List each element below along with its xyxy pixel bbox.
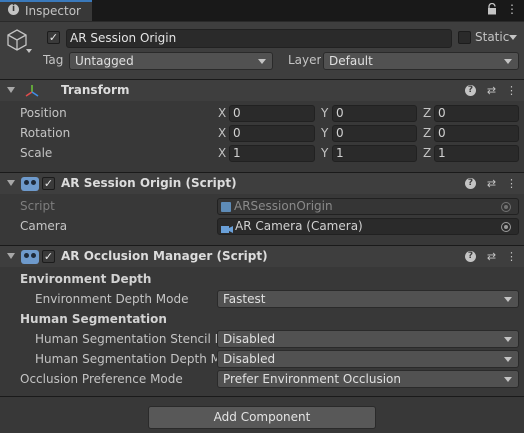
axis-z-label[interactable]: Z [423,106,431,120]
chevron-down-icon [504,357,512,362]
layer-label: Layer [288,53,322,67]
active-checkbox[interactable]: ✓ [47,31,60,44]
chevron-down-icon [504,337,512,342]
axis-z-label[interactable]: Z [423,146,431,160]
axis-y-label[interactable]: Y [321,106,328,120]
occlusion-preference-dropdown[interactable]: Prefer Environment Occlusion [217,370,519,388]
chevron-down-icon [504,377,512,382]
chevron-down-icon [258,59,266,64]
object-picker-icon [501,202,511,212]
scale-x-field[interactable]: 1 [229,145,315,162]
occlusion-preference-label: Occlusion Preference Mode [20,372,183,386]
static-checkbox[interactable] [458,31,471,44]
camera-value: AR Camera (Camera) [235,219,363,233]
add-component-button[interactable]: Add Component [148,406,376,429]
static-dropdown-arrow[interactable] [509,35,517,40]
info-icon: i [8,4,19,15]
scale-y-field[interactable]: 1 [332,145,417,162]
component-enabled-checkbox[interactable]: ✓ [42,177,55,190]
tag-value: Untagged [75,54,134,68]
axis-y-label[interactable]: Y [321,126,328,140]
script-label: Script [20,199,55,213]
scale-z-field[interactable]: 1 [434,145,519,162]
layer-dropdown[interactable]: Default [323,52,519,70]
axis-y-label[interactable]: Y [321,146,328,160]
foldout-arrow-icon[interactable] [7,180,15,186]
script-icon [21,250,39,264]
human-segmentation-header: Human Segmentation [20,312,167,326]
ar-occlusion-manager-header[interactable]: ✓ AR Occlusion Manager (Script) ? ⇄ ⋮ [0,245,524,267]
camera-field[interactable]: AR Camera (Camera) [217,218,519,235]
presets-icon[interactable]: ⇄ [485,177,498,190]
cs-script-icon [221,202,231,212]
axis-x-label[interactable]: X [218,146,226,160]
occlusion-preference-value: Prefer Environment Occlusion [223,372,401,386]
script-field: ARSessionOrigin [217,198,519,215]
scale-label: Scale [20,146,53,160]
presets-icon[interactable]: ⇄ [485,250,498,263]
layer-value: Default [329,54,373,68]
script-icon [21,177,39,191]
tab-menu-icon[interactable]: ⋮ [506,2,518,16]
ar-occlusion-manager-title: AR Occlusion Manager (Script) [61,249,268,263]
position-label: Position [20,106,67,120]
component-menu-icon[interactable]: ⋮ [505,177,518,190]
human-depth-mode-dropdown[interactable]: Disabled [217,350,519,368]
static-label: Static [475,30,510,44]
gameobject-cube-icon [6,28,28,55]
foldout-arrow-icon[interactable] [7,253,15,259]
rotation-y-field[interactable]: 0 [332,125,417,142]
ar-session-origin-title: AR Session Origin (Script) [61,176,237,190]
lock-icon[interactable] [487,2,497,15]
component-enabled-checkbox[interactable]: ✓ [42,250,55,263]
axis-x-label[interactable]: X [218,126,226,140]
script-value: ARSessionOrigin [234,199,333,213]
help-icon[interactable]: ? [465,85,476,96]
component-menu-icon[interactable]: ⋮ [505,250,518,263]
camera-label: Camera [20,219,68,233]
ar-session-origin-header[interactable]: ✓ AR Session Origin (Script) ? ⇄ ⋮ [0,172,524,194]
component-menu-icon[interactable]: ⋮ [505,84,518,97]
object-name-field[interactable]: AR Session Origin [66,29,452,48]
position-z-field[interactable]: 0 [434,105,519,122]
foldout-arrow-icon[interactable] [7,87,15,93]
rotation-label: Rotation [20,126,71,140]
transform-title: Transform [61,83,130,97]
rotation-z-field[interactable]: 0 [434,125,519,142]
position-y-field[interactable]: 0 [332,105,417,122]
environment-depth-mode-label: Environment Depth Mode [35,292,189,306]
object-picker-icon[interactable] [501,222,511,232]
environment-depth-mode-value: Fastest [223,292,266,306]
camera-icon [221,223,233,234]
transform-header[interactable]: Transform ? ⇄ ⋮ [0,79,524,101]
tag-label: Tag [43,53,64,67]
presets-icon[interactable]: ⇄ [485,84,498,97]
tab-inspector[interactable]: i Inspector [0,0,92,21]
transform-icon [24,83,40,102]
add-component-label: Add Component [213,410,311,424]
human-stencil-mode-value: Disabled [223,332,276,346]
axis-z-label[interactable]: Z [423,126,431,140]
environment-depth-header: Environment Depth [20,272,152,286]
divider [0,396,524,397]
chevron-down-icon [504,297,512,302]
position-x-field[interactable]: 0 [229,105,315,122]
tab-label: Inspector [25,4,81,18]
human-stencil-mode-dropdown[interactable]: Disabled [217,330,519,348]
human-depth-mode-label: Human Segmentation Depth Mo [35,352,217,366]
help-icon[interactable]: ? [465,251,476,262]
axis-x-label[interactable]: X [218,106,226,120]
icon-dropdown-arrow[interactable] [26,49,32,53]
tag-dropdown[interactable]: Untagged [69,52,273,70]
help-icon[interactable]: ? [465,178,476,189]
human-depth-mode-value: Disabled [223,352,276,366]
environment-depth-mode-dropdown[interactable]: Fastest [217,290,519,308]
human-stencil-mode-label: Human Segmentation Stencil Mo [35,332,217,346]
rotation-x-field[interactable]: 0 [229,125,315,142]
chevron-down-icon [504,59,512,64]
